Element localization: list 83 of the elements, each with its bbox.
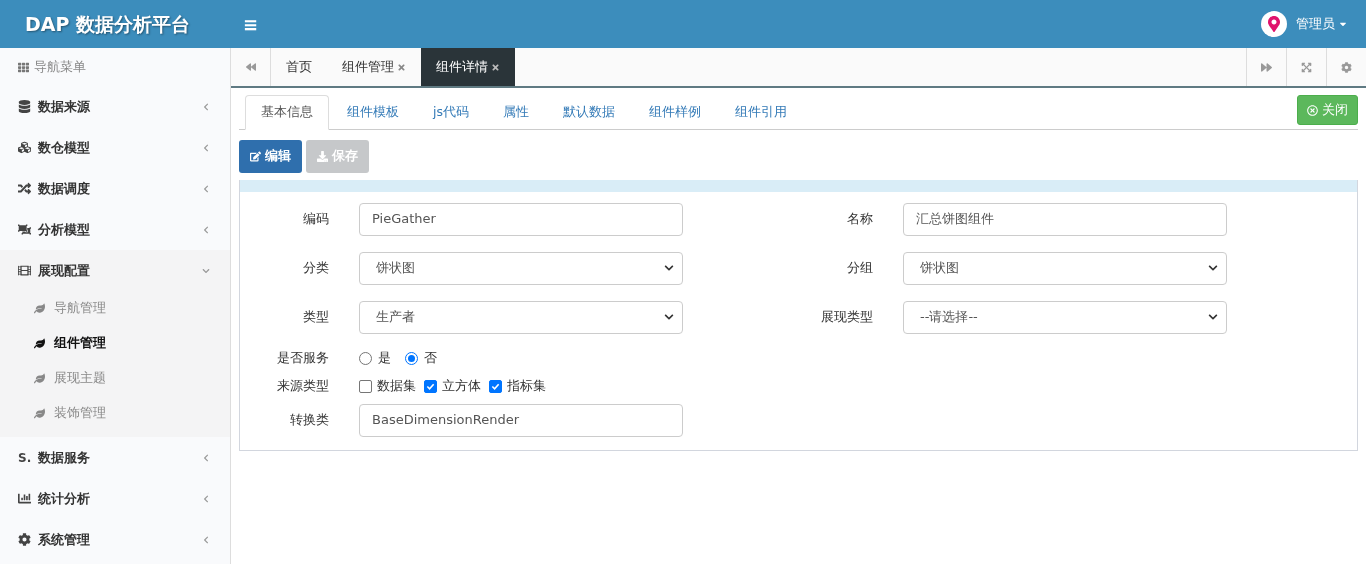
field-label: 是否服务	[276, 349, 330, 368]
select-field[interactable]: 饼状图	[359, 251, 683, 285]
chevron-left-icon	[202, 102, 210, 111]
detail-tab[interactable]: 属性	[487, 95, 545, 129]
sidebar-item[interactable]: 数据来源	[0, 86, 230, 127]
chevron-left-icon	[202, 225, 210, 234]
backward-icon	[245, 62, 256, 72]
detail-tab[interactable]: 默认数据	[547, 95, 631, 129]
leaf-icon	[34, 338, 45, 349]
field-label: 分类	[302, 259, 330, 278]
sidebar-title: 导航菜单	[34, 58, 86, 77]
shuffle-icon	[18, 182, 31, 195]
menu-toggle[interactable]: ≡	[243, 10, 259, 38]
checkbox[interactable]	[489, 379, 502, 393]
film-icon	[18, 264, 31, 277]
cubes-icon	[18, 141, 31, 154]
grid-icon	[18, 61, 29, 73]
map-pin-icon	[1267, 16, 1281, 32]
field-label: 分组	[846, 259, 874, 278]
forward-icon	[1261, 61, 1272, 73]
detail-tab[interactable]: 基本信息	[245, 95, 329, 130]
checkbox[interactable]	[359, 379, 372, 393]
select-field[interactable]: --请选择--	[903, 300, 1227, 334]
field-label: 展现类型	[820, 308, 874, 327]
edit-button[interactable]: 编辑	[239, 140, 302, 173]
chevron-down-icon	[664, 312, 674, 322]
database-icon	[18, 100, 31, 113]
select-field[interactable]: 饼状图	[903, 251, 1227, 285]
chevron-down-icon	[202, 266, 210, 275]
download-icon	[317, 151, 328, 162]
checkbox[interactable]	[424, 379, 437, 393]
sidebar-item[interactable]: 展现配置	[0, 250, 230, 291]
text-field[interactable]: BaseDimensionRender	[359, 403, 683, 437]
select-field[interactable]: 生产者	[359, 300, 683, 334]
service-icon: S.	[18, 448, 35, 467]
edit-icon	[250, 151, 261, 162]
field-label: 名称	[846, 210, 874, 229]
text-field[interactable]: PieGather	[359, 202, 683, 236]
sidebar-item[interactable]: 分析模型	[0, 209, 230, 250]
chevron-left-icon	[202, 184, 210, 193]
chevron-down-icon	[664, 263, 674, 273]
page-tab[interactable]: 首页	[271, 48, 327, 86]
chevron-left-icon	[202, 143, 210, 152]
settings-icon	[1341, 61, 1352, 73]
chevron-left-icon	[202, 453, 210, 462]
radio-label: 否	[424, 349, 437, 368]
detail-tab[interactable]: 组件样例	[633, 95, 717, 129]
field-label: 来源类型	[276, 377, 330, 396]
field-label: 编码	[302, 210, 330, 229]
expand-icon	[1301, 61, 1312, 73]
field-label: 转换类	[289, 411, 330, 430]
chevron-down-icon	[1208, 312, 1218, 322]
leaf-icon	[34, 408, 45, 419]
leaf-icon	[34, 373, 45, 384]
sidebar-item[interactable]: 数仓模型	[0, 127, 230, 168]
detail-tab[interactable]: js代码	[417, 95, 485, 129]
sidebar-item[interactable]: S. 数据服务	[0, 437, 230, 478]
text-field[interactable]: 汇总饼图组件	[903, 202, 1227, 236]
close-icon[interactable]	[397, 62, 406, 72]
chevron-down-icon	[1208, 263, 1218, 273]
ungroup-icon	[18, 223, 31, 236]
detail-tab[interactable]: 组件引用	[719, 95, 803, 129]
checkbox-label: 指标集	[507, 377, 546, 396]
page-tab[interactable]: 组件详情	[421, 48, 515, 86]
sidebar-item[interactable]: 系统管理	[0, 519, 230, 560]
settings-icon	[18, 533, 31, 546]
avatar[interactable]	[1261, 11, 1287, 37]
app-logo: DAP 数据分析平台	[25, 12, 191, 35]
user-menu[interactable]: 管理员	[1296, 14, 1348, 34]
chevron-left-icon	[202, 494, 210, 503]
sidebar-item[interactable]: 数据调度	[0, 168, 230, 209]
field-label: 类型	[302, 308, 330, 327]
checkbox-label: 数据集	[377, 377, 416, 396]
sidebar-item[interactable]: 统计分析	[0, 478, 230, 519]
close-icon[interactable]	[491, 62, 500, 72]
leaf-icon	[34, 303, 45, 314]
bar-chart-icon	[18, 492, 31, 505]
detail-tab[interactable]: 组件模板	[331, 95, 415, 129]
sidebar-subitem[interactable]: 组件管理	[0, 326, 230, 361]
page-tab[interactable]: 组件管理	[327, 48, 421, 86]
checkbox-label: 立方体	[442, 377, 481, 396]
chevron-left-icon	[202, 535, 210, 544]
radio-label: 是	[378, 349, 391, 368]
